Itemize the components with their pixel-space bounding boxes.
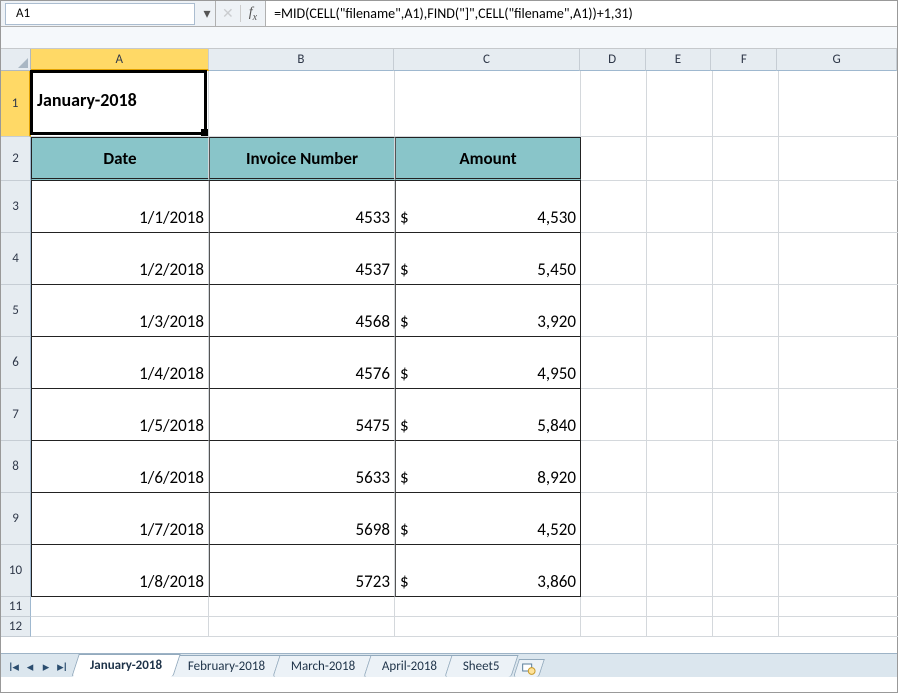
tab-nav-next-icon[interactable]: ▸ xyxy=(39,660,53,675)
name-box[interactable]: A1 xyxy=(5,3,195,25)
row-header-7[interactable]: 7 xyxy=(1,389,31,441)
column-header-g[interactable]: G xyxy=(777,49,897,71)
cell-B6[interactable]: 4576 xyxy=(209,337,395,389)
sheet-tab-label: February-2018 xyxy=(188,659,265,674)
column-header-e[interactable]: E xyxy=(646,49,712,71)
sheet-tab-bar: I◂ ◂ ▸ ▸I January-2018 February-2018 March… xyxy=(1,653,897,677)
column-header-a[interactable]: A xyxy=(31,49,209,71)
tab-list: January-2018 February-2018 March-2018 April… xyxy=(75,654,510,677)
cell-A7[interactable]: 1/5/2018 xyxy=(31,389,209,441)
sheet-tab-march-2018[interactable]: March-2018 xyxy=(273,655,375,677)
cell-B9[interactable]: 5698 xyxy=(209,493,395,545)
cell-C6[interactable]: $4,950 xyxy=(395,337,581,389)
formula-buttons: ✕ xyxy=(216,1,240,26)
row-header-2[interactable]: 2 xyxy=(1,137,31,181)
sheet-tab-february-2018[interactable]: February-2018 xyxy=(169,655,283,677)
tab-nav-last-icon[interactable]: ▸I xyxy=(55,660,69,675)
cell-B10[interactable]: 5723 xyxy=(209,545,395,597)
cell-A4[interactable]: 1/2/2018 xyxy=(31,233,209,285)
sheet-tab-label: January-2018 xyxy=(90,658,162,673)
sheet-tab-april-2018[interactable]: April-2018 xyxy=(363,655,455,677)
cancel-icon: ✕ xyxy=(222,5,234,22)
column-headers[interactable]: ABCDEFG xyxy=(31,49,897,71)
fx-icon[interactable]: fx xyxy=(240,5,265,23)
cell-C4[interactable]: $5,450 xyxy=(395,233,581,285)
column-header-c[interactable]: C xyxy=(394,49,580,71)
cell-A5[interactable]: 1/3/2018 xyxy=(31,285,209,337)
row-header-3[interactable]: 3 xyxy=(1,181,31,233)
cell-C7[interactable]: $5,840 xyxy=(395,389,581,441)
sheet-tab-label: April-2018 xyxy=(381,659,436,674)
cell-C8[interactable]: $8,920 xyxy=(395,441,581,493)
cell-A2[interactable]: Date xyxy=(31,137,209,181)
tab-nav-first-icon[interactable]: I◂ xyxy=(7,660,21,675)
cell-A10[interactable]: 1/8/2018 xyxy=(31,545,209,597)
sheet-tab-january-2018[interactable]: January-2018 xyxy=(71,654,181,677)
cell-B5[interactable]: 4568 xyxy=(209,285,395,337)
row-header-11[interactable]: 11 xyxy=(1,597,31,617)
cell-C9[interactable]: $4,520 xyxy=(395,493,581,545)
row-header-12[interactable]: 12 xyxy=(1,617,31,637)
sheet-tab-label: Sheet5 xyxy=(463,659,500,674)
worksheet-grid[interactable]: ABCDEFG 123456789101112 January-2018Date… xyxy=(1,49,897,653)
name-box-wrap: A1 ▾ xyxy=(1,1,216,26)
cell-B8[interactable]: 5633 xyxy=(209,441,395,493)
row-header-10[interactable]: 10 xyxy=(1,545,31,597)
row-header-8[interactable]: 8 xyxy=(1,441,31,493)
row-header-1[interactable]: 1 xyxy=(1,71,31,137)
cell-A6[interactable]: 1/4/2018 xyxy=(31,337,209,389)
column-header-b[interactable]: B xyxy=(209,49,395,71)
formula-input[interactable]: =MID(CELL("filename",A1),FIND("]",CELL("… xyxy=(265,1,897,26)
cell-A3[interactable]: 1/1/2018 xyxy=(31,181,209,233)
formula-bar: A1 ▾ ✕ fx =MID(CELL("filename",A1),FIND(… xyxy=(1,1,897,27)
cell-C5[interactable]: $3,920 xyxy=(395,285,581,337)
cell-B4[interactable]: 4537 xyxy=(209,233,395,285)
cell-C10[interactable]: $3,860 xyxy=(395,545,581,597)
formula-bar-spacer xyxy=(1,27,897,49)
sheet-tab-label: March-2018 xyxy=(291,659,355,674)
cell-A8[interactable]: 1/6/2018 xyxy=(31,441,209,493)
cell-B2[interactable]: Invoice Number xyxy=(209,137,395,181)
name-box-dropdown-icon[interactable]: ▾ xyxy=(199,3,215,25)
cell-B3[interactable]: 4533 xyxy=(209,181,395,233)
cells-area[interactable]: January-2018DateInvoice NumberAmount 1/1/… xyxy=(31,71,897,653)
row-header-5[interactable]: 5 xyxy=(1,285,31,337)
row-header-6[interactable]: 6 xyxy=(1,337,31,389)
cell-B7[interactable]: 5475 xyxy=(209,389,395,441)
tab-nav-buttons[interactable]: I◂ ◂ ▸ ▸I xyxy=(5,660,75,677)
column-header-f[interactable]: F xyxy=(711,49,777,71)
row-header-9[interactable]: 9 xyxy=(1,493,31,545)
cell-A9[interactable]: 1/7/2018 xyxy=(31,493,209,545)
column-header-d[interactable]: D xyxy=(580,49,646,71)
select-all-corner[interactable] xyxy=(1,49,31,71)
cell-C3[interactable]: $4,530 xyxy=(395,181,581,233)
row-header-4[interactable]: 4 xyxy=(1,233,31,285)
row-headers[interactable]: 123456789101112 xyxy=(1,71,31,637)
tab-nav-prev-icon[interactable]: ◂ xyxy=(23,660,37,675)
sheet-tab-sheet5[interactable]: Sheet5 xyxy=(444,655,518,677)
cell-A1[interactable]: January-2018 xyxy=(31,71,209,137)
new-sheet-button[interactable] xyxy=(513,659,545,677)
cell-C2[interactable]: Amount xyxy=(395,137,581,181)
